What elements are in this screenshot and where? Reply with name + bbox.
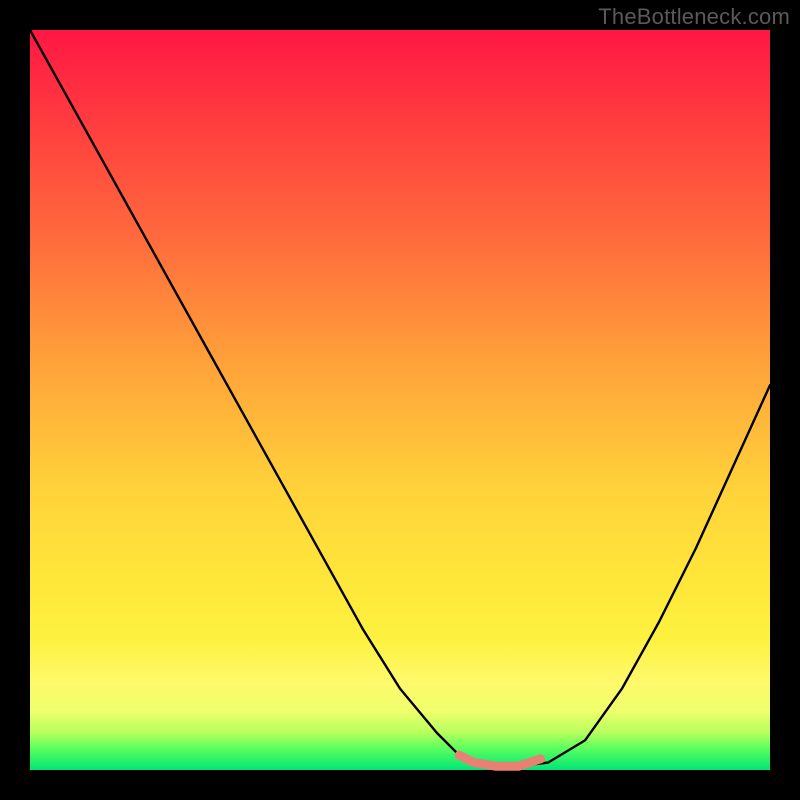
optimal-highlight xyxy=(459,755,540,766)
chart-frame: TheBottleneck.com xyxy=(0,0,800,800)
curve-path xyxy=(30,30,770,766)
plot-area xyxy=(30,30,770,770)
watermark-text: TheBottleneck.com xyxy=(598,4,790,30)
bottleneck-curve xyxy=(30,30,770,770)
